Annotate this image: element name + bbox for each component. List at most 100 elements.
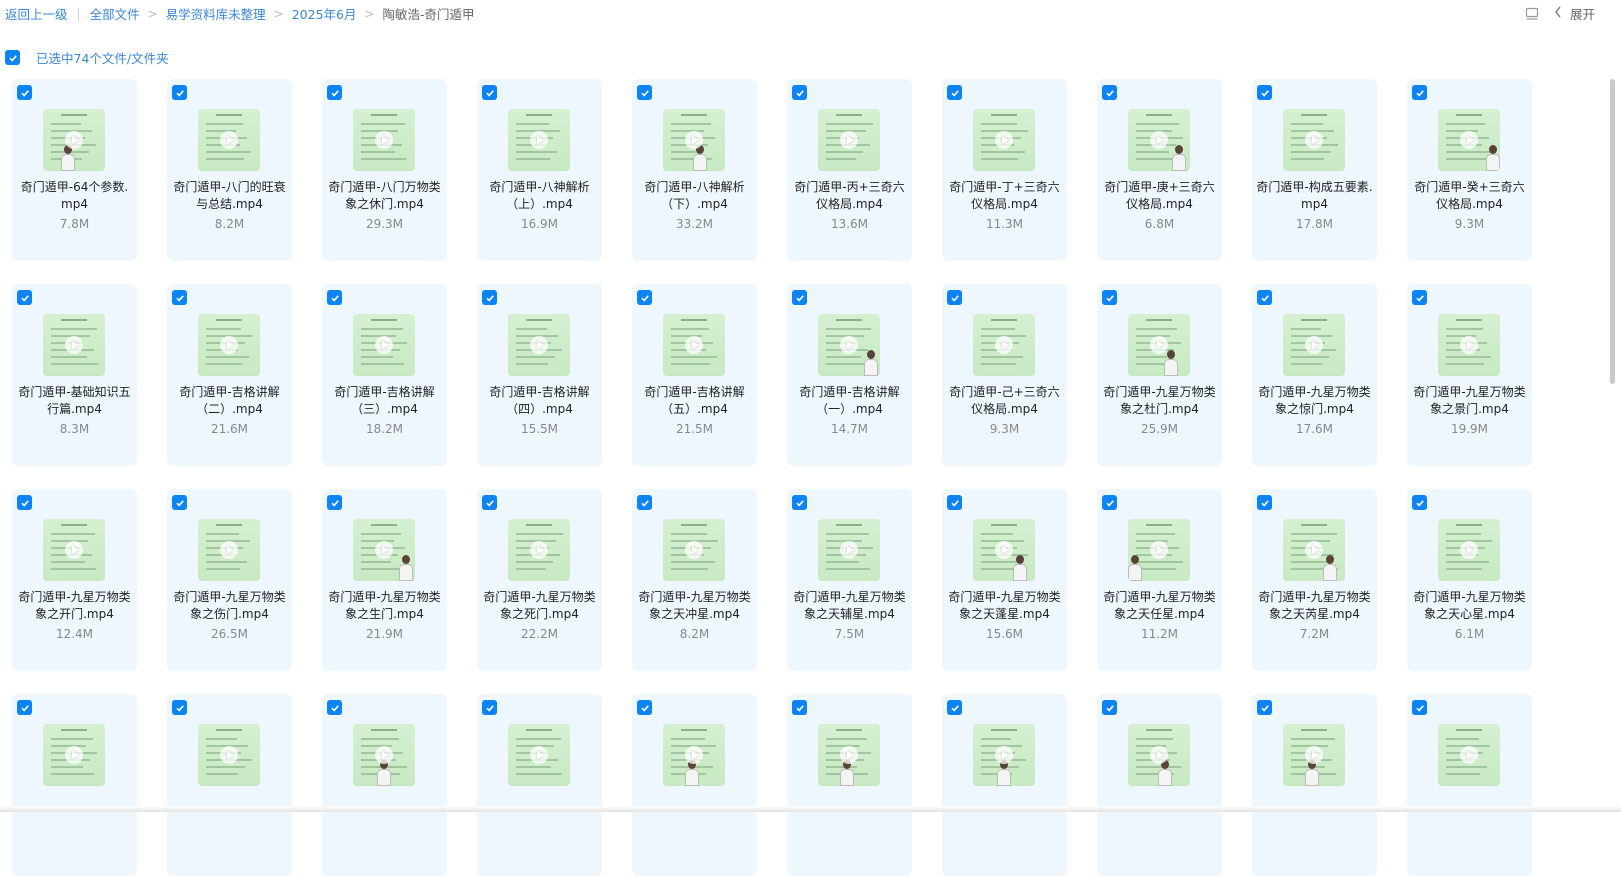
file-name[interactable]: 奇门遁甲-九星万物类象之惊门.mp4 [1256, 384, 1373, 418]
file-card[interactable]: 奇门遁甲-九星万物类象之伤门.mp4 26.5M [167, 489, 292, 671]
file-name[interactable]: 奇门遁甲-九星万物类象之生门.mp4 [326, 589, 443, 623]
video-thumbnail[interactable] [663, 519, 725, 581]
file-card[interactable]: 奇门遁甲-癸+三奇六仪格局.mp4 9.3M [1407, 79, 1532, 261]
list-view-icon[interactable] [1524, 6, 1540, 22]
file-name[interactable]: 奇门遁甲-吉格讲解（一）.mp4 [791, 384, 908, 418]
video-thumbnail[interactable] [353, 109, 415, 171]
file-card[interactable] [477, 694, 602, 876]
file-name[interactable]: 奇门遁甲-九星万物类象之天芮星.mp4 [1256, 589, 1373, 623]
file-name[interactable]: 奇门遁甲-庚+三奇六仪格局.mp4 [1101, 179, 1218, 213]
video-thumbnail[interactable] [1438, 109, 1500, 171]
file-name[interactable]: 奇门遁甲-八神解析（下）.mp4 [636, 179, 753, 213]
file-checkbox[interactable] [327, 495, 342, 510]
video-thumbnail[interactable] [198, 724, 260, 786]
video-thumbnail[interactable] [818, 314, 880, 376]
video-thumbnail[interactable] [818, 109, 880, 171]
file-checkbox[interactable] [327, 290, 342, 305]
file-card[interactable] [167, 694, 292, 876]
file-name[interactable]: 奇门遁甲-吉格讲解（四）.mp4 [481, 384, 598, 418]
file-name[interactable]: 奇门遁甲-64个参数.mp4 [16, 179, 133, 213]
video-thumbnail[interactable] [508, 314, 570, 376]
file-card[interactable]: 奇门遁甲-基础知识五行篇.mp4 8.3M [12, 284, 137, 466]
file-name[interactable]: 奇门遁甲-丙+三奇六仪格局.mp4 [791, 179, 908, 213]
video-thumbnail[interactable] [1438, 519, 1500, 581]
file-card[interactable]: 奇门遁甲-九星万物类象之天心星.mp4 6.1M [1407, 489, 1532, 671]
file-name[interactable]: 奇门遁甲-九星万物类象之杜门.mp4 [1101, 384, 1218, 418]
video-thumbnail[interactable] [818, 519, 880, 581]
video-thumbnail[interactable] [353, 519, 415, 581]
file-checkbox[interactable] [1412, 700, 1427, 715]
file-checkbox[interactable] [637, 700, 652, 715]
file-checkbox[interactable] [327, 85, 342, 100]
file-card[interactable]: 奇门遁甲-九星万物类象之惊门.mp4 17.6M [1252, 284, 1377, 466]
file-checkbox[interactable] [947, 495, 962, 510]
file-card[interactable]: 奇门遁甲-八神解析（上）.mp4 16.9M [477, 79, 602, 261]
expand-button[interactable]: 展开 [1554, 4, 1595, 23]
file-checkbox[interactable] [637, 85, 652, 100]
file-checkbox[interactable] [947, 700, 962, 715]
file-checkbox[interactable] [482, 495, 497, 510]
file-card[interactable]: 奇门遁甲-吉格讲解（四）.mp4 15.5M [477, 284, 602, 466]
video-thumbnail[interactable] [1128, 109, 1190, 171]
file-checkbox[interactable] [17, 85, 32, 100]
video-thumbnail[interactable] [663, 314, 725, 376]
video-thumbnail[interactable] [663, 109, 725, 171]
video-thumbnail[interactable] [1283, 314, 1345, 376]
video-thumbnail[interactable] [508, 109, 570, 171]
file-name[interactable]: 奇门遁甲-吉格讲解（三）.mp4 [326, 384, 443, 418]
file-card[interactable]: 奇门遁甲-九星万物类象之生门.mp4 21.9M [322, 489, 447, 671]
video-thumbnail[interactable] [1438, 724, 1500, 786]
file-card[interactable]: 奇门遁甲-庚+三奇六仪格局.mp4 6.8M [1097, 79, 1222, 261]
file-name[interactable]: 奇门遁甲-构成五要素.mp4 [1256, 179, 1373, 213]
file-card[interactable]: 奇门遁甲-吉格讲解（二）.mp4 21.6M [167, 284, 292, 466]
video-thumbnail[interactable] [1128, 519, 1190, 581]
file-name[interactable]: 奇门遁甲-吉格讲解（五）.mp4 [636, 384, 753, 418]
video-thumbnail[interactable] [1283, 109, 1345, 171]
video-thumbnail[interactable] [508, 724, 570, 786]
file-checkbox[interactable] [1257, 85, 1272, 100]
file-checkbox[interactable] [1102, 85, 1117, 100]
breadcrumb-item-all-files[interactable]: 全部文件 [90, 4, 140, 23]
video-thumbnail[interactable] [43, 109, 105, 171]
file-checkbox[interactable] [1257, 700, 1272, 715]
file-name[interactable]: 奇门遁甲-基础知识五行篇.mp4 [16, 384, 133, 418]
file-card[interactable]: 奇门遁甲-九星万物类象之天任星.mp4 11.2M [1097, 489, 1222, 671]
file-checkbox[interactable] [172, 85, 187, 100]
file-card[interactable]: 奇门遁甲-九星万物类象之天芮星.mp4 7.2M [1252, 489, 1377, 671]
file-name[interactable]: 奇门遁甲-丁+三奇六仪格局.mp4 [946, 179, 1063, 213]
file-name[interactable]: 奇门遁甲-己+三奇六仪格局.mp4 [946, 384, 1063, 418]
file-checkbox[interactable] [1412, 495, 1427, 510]
file-checkbox[interactable] [792, 495, 807, 510]
video-thumbnail[interactable] [818, 724, 880, 786]
file-checkbox[interactable] [1102, 495, 1117, 510]
file-name[interactable]: 奇门遁甲-九星万物类象之开门.mp4 [16, 589, 133, 623]
file-checkbox[interactable] [17, 700, 32, 715]
file-card[interactable]: 奇门遁甲-九星万物类象之杜门.mp4 25.9M [1097, 284, 1222, 466]
video-thumbnail[interactable] [43, 519, 105, 581]
video-thumbnail[interactable] [973, 724, 1035, 786]
video-thumbnail[interactable] [973, 314, 1035, 376]
file-name[interactable]: 奇门遁甲-九星万物类象之天冲星.mp4 [636, 589, 753, 623]
breadcrumb-item-month[interactable]: 2025年6月 [292, 4, 357, 23]
scrollbar[interactable] [1610, 79, 1615, 384]
file-name[interactable]: 奇门遁甲-癸+三奇六仪格局.mp4 [1411, 179, 1528, 213]
file-checkbox[interactable] [1257, 495, 1272, 510]
video-thumbnail[interactable] [973, 109, 1035, 171]
file-card[interactable]: 奇门遁甲-己+三奇六仪格局.mp4 9.3M [942, 284, 1067, 466]
file-card[interactable]: 奇门遁甲-九星万物类象之景门.mp4 19.9M [1407, 284, 1532, 466]
file-card[interactable]: 奇门遁甲-64个参数.mp4 7.8M [12, 79, 137, 261]
file-card[interactable] [1407, 694, 1532, 876]
file-card[interactable] [632, 694, 757, 876]
video-thumbnail[interactable] [1128, 724, 1190, 786]
file-card[interactable]: 奇门遁甲-吉格讲解（五）.mp4 21.5M [632, 284, 757, 466]
breadcrumb-item-library[interactable]: 易学资料库未整理 [166, 4, 266, 23]
file-checkbox[interactable] [17, 290, 32, 305]
file-checkbox[interactable] [482, 85, 497, 100]
file-checkbox[interactable] [17, 495, 32, 510]
file-card[interactable]: 奇门遁甲-九星万物类象之死门.mp4 22.2M [477, 489, 602, 671]
file-card[interactable] [1252, 694, 1377, 876]
file-checkbox[interactable] [482, 290, 497, 305]
back-link[interactable]: 返回上一级 [5, 4, 68, 23]
file-card[interactable]: 奇门遁甲-丁+三奇六仪格局.mp4 11.3M [942, 79, 1067, 261]
file-checkbox[interactable] [1257, 290, 1272, 305]
